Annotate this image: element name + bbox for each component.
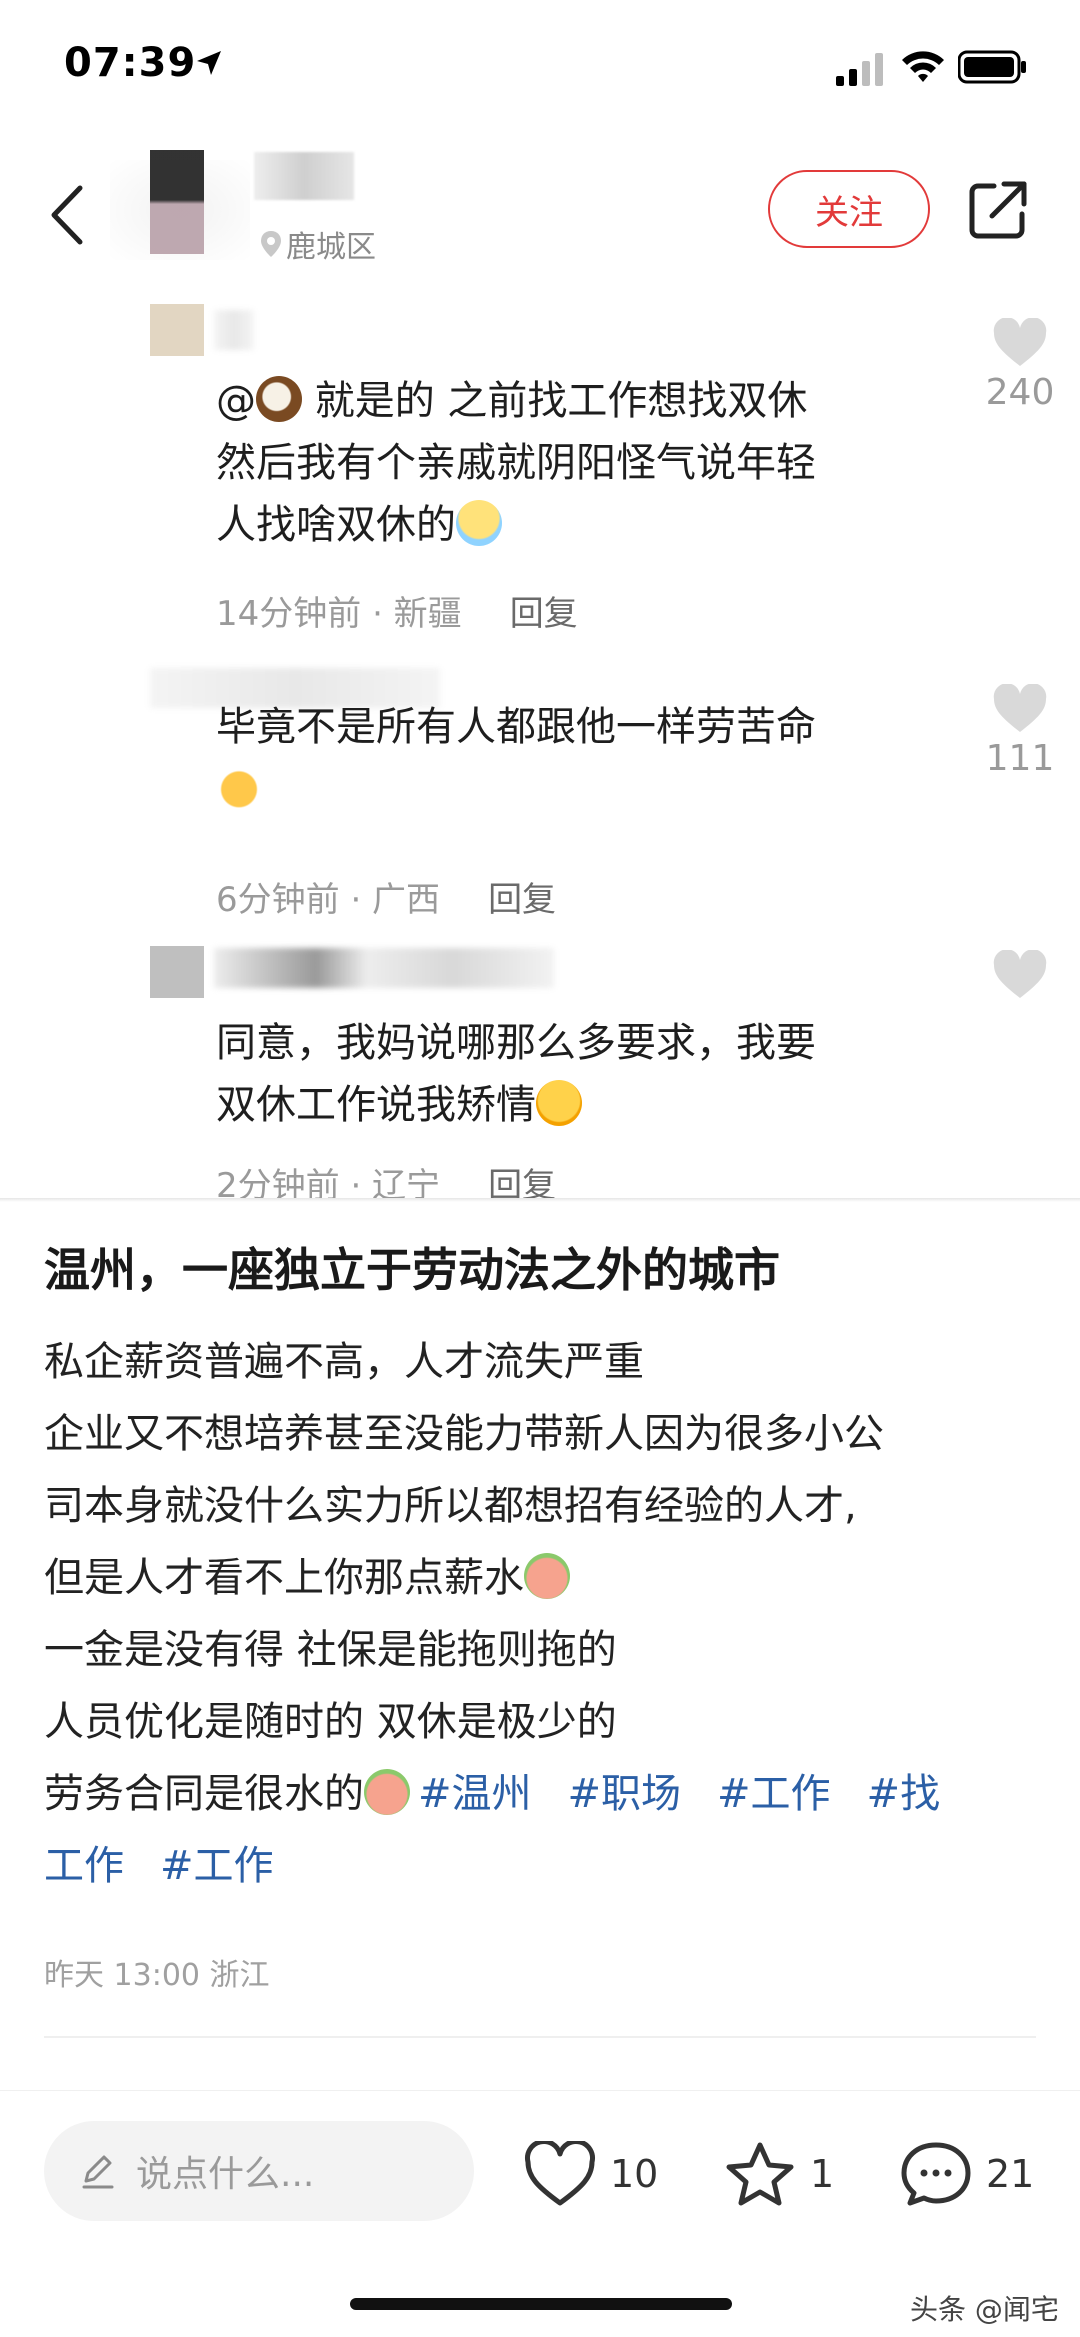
comment-meta: 6分钟前 · 广西 回复 (216, 872, 556, 921)
commenter-avatar[interactable] (150, 304, 204, 356)
comment-list: @ 就是的 之前找工作想找双休 然后我有个亲戚就阴阳怪气说年轻 人找啥双休的 1… (0, 290, 1080, 1200)
battery-icon (958, 50, 1026, 84)
hashtag-link[interactable]: #工作 (160, 1843, 274, 1889)
location-text: 鹿城区 (286, 230, 376, 265)
commenter-name-blurred[interactable] (214, 948, 554, 988)
favorite-button[interactable]: 1 (724, 2141, 834, 2207)
comment-time-location: 6分钟前 · 广西 (216, 880, 441, 920)
comment-like[interactable]: 111 (980, 684, 1060, 779)
comment-meta: 14分钟前 · 新疆 回复 (216, 586, 578, 635)
commenter-avatar[interactable] (150, 946, 204, 998)
post-line: 司本身就没什么实力所以都想招有经验的人才, (44, 1483, 857, 1529)
bottom-action-bar: 说点什么... 10 1 21 (0, 2090, 1080, 2250)
post-line: 企业又不想培养甚至没能力带新人因为很多小公 (44, 1411, 884, 1457)
heart-icon (993, 684, 1047, 732)
cellular-signal-icon (836, 53, 883, 86)
heart-icon (993, 318, 1047, 366)
praying-hands-emoji-icon (216, 764, 262, 810)
peach-face-emoji-icon (524, 1553, 570, 1599)
comment-item: @ 就是的 之前找工作想找双休 然后我有个亲戚就阴阳怪气说年轻 人找啥双休的 1… (0, 290, 1080, 650)
author-location: 鹿城区 (260, 222, 376, 266)
post-line: 工作 #工作 (44, 1830, 1040, 1902)
share-icon[interactable] (968, 180, 1028, 240)
watermark: 头条 @闻宅 (910, 2293, 1059, 2326)
comment-input[interactable]: 说点什么... (44, 2121, 474, 2221)
wifi-icon (902, 51, 944, 82)
heart-icon (993, 950, 1047, 998)
comment-item: 毕竟不是所有人都跟他一样劳苦命 6分钟前 · 广西 回复 111 (0, 650, 1080, 940)
like-count: 10 (610, 2152, 659, 2196)
heart-outline-icon (525, 2141, 595, 2206)
comment-time-location: 2分钟前 · 辽宁 (216, 1166, 441, 1200)
comment-button[interactable]: 21 (900, 2141, 1034, 2207)
post-line: 劳务合同是很水的 #温州 #职场 #工作 #找 (44, 1769, 941, 1817)
commenter-name-blurred[interactable] (214, 310, 254, 350)
location-pin-icon (261, 231, 281, 257)
comment-like[interactable]: 240 (980, 318, 1060, 413)
comment-time-location: 14分钟前 · 新疆 (216, 594, 462, 634)
comment-text: 同意，我妈说哪那么多要求，我要 双休工作说我矫情 (216, 1020, 816, 1128)
reply-button[interactable]: 回复 (488, 1158, 556, 1200)
hashtag-link[interactable]: #工作 (717, 1771, 831, 1817)
location-arrow-icon (197, 51, 221, 75)
post-line: 私企薪资普遍不高，人才流失严重 (44, 1339, 644, 1385)
crying-face-emoji-icon (536, 1080, 582, 1126)
comment-bubble-icon (901, 2142, 971, 2206)
post-line: 但是人才看不上你那点薪水 (44, 1542, 1040, 1614)
home-indicator[interactable] (350, 2298, 732, 2310)
pen-icon (82, 2155, 114, 2189)
post-line: 人员优化是随时的 双休是极少的 (44, 1699, 617, 1745)
peach-face-emoji-icon (364, 1769, 410, 1815)
back-arrow-icon[interactable] (40, 180, 96, 250)
separator (44, 2036, 1036, 2038)
comment-text: 毕竟不是所有人都跟他一样劳苦命 (216, 696, 916, 820)
cold-sweat-emoji-icon (456, 500, 502, 546)
author-avatar[interactable] (150, 150, 204, 254)
hashtag-link[interactable]: #职场 (568, 1771, 682, 1817)
post-title: 温州，一座独立于劳动法之外的城市 (44, 1243, 780, 1297)
post-content: 温州，一座独立于劳动法之外的城市 私企薪资普遍不高，人才流失严重 企业又不想培养… (44, 1230, 1040, 1902)
post-header: 鹿城区 关注 (0, 150, 1080, 280)
status-bar: 07:39 (0, 0, 1080, 140)
coconut-emoji-icon (256, 376, 302, 422)
hashtag-link[interactable]: 工作 (44, 1843, 124, 1889)
hashtag-link[interactable]: #找 (867, 1771, 941, 1817)
post-body: 私企薪资普遍不高，人才流失严重 企业又不想培养甚至没能力带新人因为很多小公 司本… (44, 1326, 1040, 1902)
comment-item: 同意，我妈说哪那么多要求，我要 双休工作说我矫情 2分钟前 · 辽宁 回复 (0, 940, 1080, 1200)
comment-like[interactable] (980, 950, 1060, 1004)
like-count: 111 (985, 738, 1055, 779)
favorite-count: 1 (810, 2152, 835, 2196)
status-time: 07:39 (64, 40, 197, 86)
like-count: 240 (985, 372, 1055, 413)
like-button[interactable]: 10 (524, 2141, 658, 2207)
hashtag-link[interactable]: #温州 (418, 1771, 532, 1817)
post-line: 一金是没有得 社保是能拖则拖的 (44, 1627, 617, 1673)
comment-count: 21 (986, 2152, 1035, 2196)
author-name-blurred[interactable] (254, 152, 354, 200)
follow-button[interactable]: 关注 (768, 170, 930, 248)
star-outline-icon (726, 2142, 794, 2206)
divider (0, 1198, 1080, 1202)
comment-text: @ 就是的 之前找工作想找双休 然后我有个亲戚就阴阳怪气说年轻 人找啥双休的 (216, 376, 816, 548)
reply-button[interactable]: 回复 (510, 586, 578, 635)
comment-input-placeholder: 说点什么... (136, 2154, 315, 2195)
reply-button[interactable]: 回复 (488, 872, 556, 921)
comment-meta: 2分钟前 · 辽宁 回复 (216, 1158, 556, 1200)
post-time-location: 昨天 13:00 浙江 (44, 1958, 270, 1993)
